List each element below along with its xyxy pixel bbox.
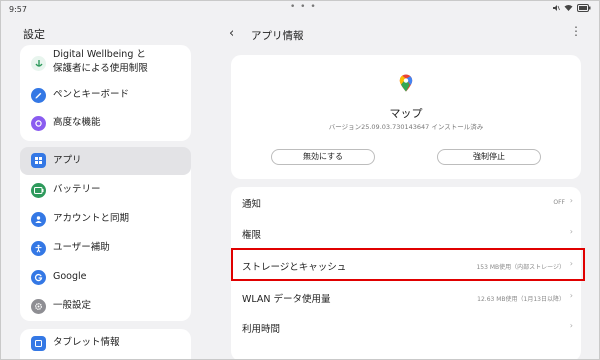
force-stop-button[interactable]: 強制停止 <box>437 149 541 165</box>
app-name: マップ <box>389 107 423 120</box>
back-icon[interactable]: ‹ <box>229 26 234 41</box>
row-title: 通知 <box>242 199 262 210</box>
status-time: 9:57 <box>9 5 27 14</box>
sidebar-item-label: 高度な機能 <box>53 117 101 128</box>
row-title: 利用時間 <box>242 324 281 335</box>
pen-icon <box>31 88 46 103</box>
wellbeing-icon <box>31 56 46 71</box>
sidebar-item-google[interactable]: Google <box>20 263 191 291</box>
chevron-right-icon: › <box>569 196 573 205</box>
sidebar-item-accessibility[interactable]: ユーザー補助 <box>20 234 191 262</box>
row-title: 権限 <box>242 230 262 241</box>
sidebar-item-apps[interactable]: アプリ <box>20 147 191 175</box>
highlight-box <box>231 248 585 281</box>
sidebar-item-label: バッテリー <box>53 184 101 195</box>
more-options-icon[interactable]: ⋮ <box>570 24 583 38</box>
sidebar-group-2: アプリ バッテリー アカウントと同期 ユーザー補助 Google 一般設定 <box>20 147 191 321</box>
sidebar-item-label: ユーザー補助 <box>53 242 110 253</box>
row-value: 12.63 MB使用（1月13日以降） <box>477 296 565 303</box>
row-title: WLAN データ使用量 <box>242 294 331 305</box>
row-permissions[interactable]: 権限 › <box>231 218 581 248</box>
row-value: OFF <box>553 199 565 206</box>
sidebar-item-label: 一般設定 <box>53 300 92 311</box>
page-title: アプリ情報 <box>251 30 304 42</box>
advanced-icon <box>31 116 46 131</box>
accessibility-icon <box>31 241 46 256</box>
mute-icon <box>553 5 560 11</box>
sidebar-group-3: タブレット情報 <box>20 329 191 359</box>
status-bar: 9:57 • • • <box>1 1 599 17</box>
row-notifications[interactable]: 通知 OFF › <box>231 187 581 217</box>
multi-window-handle[interactable]: • • • <box>290 2 317 12</box>
sidebar-item-general-settings[interactable]: 一般設定 <box>20 292 191 320</box>
sidebar-item-advanced[interactable]: 高度な機能 <box>20 109 191 137</box>
sidebar-group-1: Digital Wellbeing と 保護者による使用制限 ペンとキーボード … <box>20 45 191 141</box>
battery-icon <box>31 183 46 198</box>
maps-app-icon <box>399 74 413 92</box>
system-icons <box>552 4 591 12</box>
sidebar-item-label: Google <box>53 271 87 282</box>
row-wlan-data[interactable]: WLAN データ使用量 12.63 MB使用（1月13日以降） › <box>231 282 581 312</box>
sidebar-item-label: アカウントと同期 <box>53 213 130 224</box>
sidebar-item-label: タブレット情報 <box>53 337 120 348</box>
sidebar-item-label: ペンとキーボード <box>53 89 130 100</box>
sidebar-item-pen-keyboard[interactable]: ペンとキーボード <box>20 81 191 109</box>
tablet-icon <box>31 336 46 351</box>
chevron-right-icon: › <box>569 291 573 300</box>
disable-button[interactable]: 無効にする <box>271 149 375 165</box>
sidebar-item-tablet-info[interactable]: タブレット情報 <box>20 329 191 357</box>
row-screen-time[interactable]: 利用時間 › <box>231 312 581 342</box>
screenshot-frame: 9:57 • • • 設定 Digital Wellbeing と 保護者による… <box>0 0 600 360</box>
apps-icon <box>31 153 46 168</box>
settings-title: 設定 <box>23 28 45 41</box>
general-settings-icon <box>31 299 46 314</box>
account-icon <box>31 212 46 227</box>
sidebar-item-label-line2: 保護者による使用制限 <box>53 63 148 74</box>
app-summary-card: マップ バージョン25.09.03.730143647 インストール済み 無効に… <box>231 55 581 179</box>
sidebar-item-label: Digital Wellbeing と <box>53 49 146 60</box>
sidebar-item-battery[interactable]: バッテリー <box>20 176 191 204</box>
wifi-icon <box>564 5 573 11</box>
chevron-right-icon: › <box>569 227 573 236</box>
chevron-right-icon: › <box>569 321 573 330</box>
sidebar-item-label: アプリ <box>53 155 82 166</box>
battery-status-icon <box>577 4 591 12</box>
app-version: バージョン25.09.03.730143647 インストール済み <box>328 123 484 131</box>
sidebar-item-accounts[interactable]: アカウントと同期 <box>20 205 191 233</box>
app-info-header: ‹ アプリ情報 ⋮ <box>229 23 589 47</box>
google-icon <box>31 270 46 285</box>
sidebar-item-digital-wellbeing[interactable]: Digital Wellbeing と 保護者による使用制限 <box>20 45 191 81</box>
